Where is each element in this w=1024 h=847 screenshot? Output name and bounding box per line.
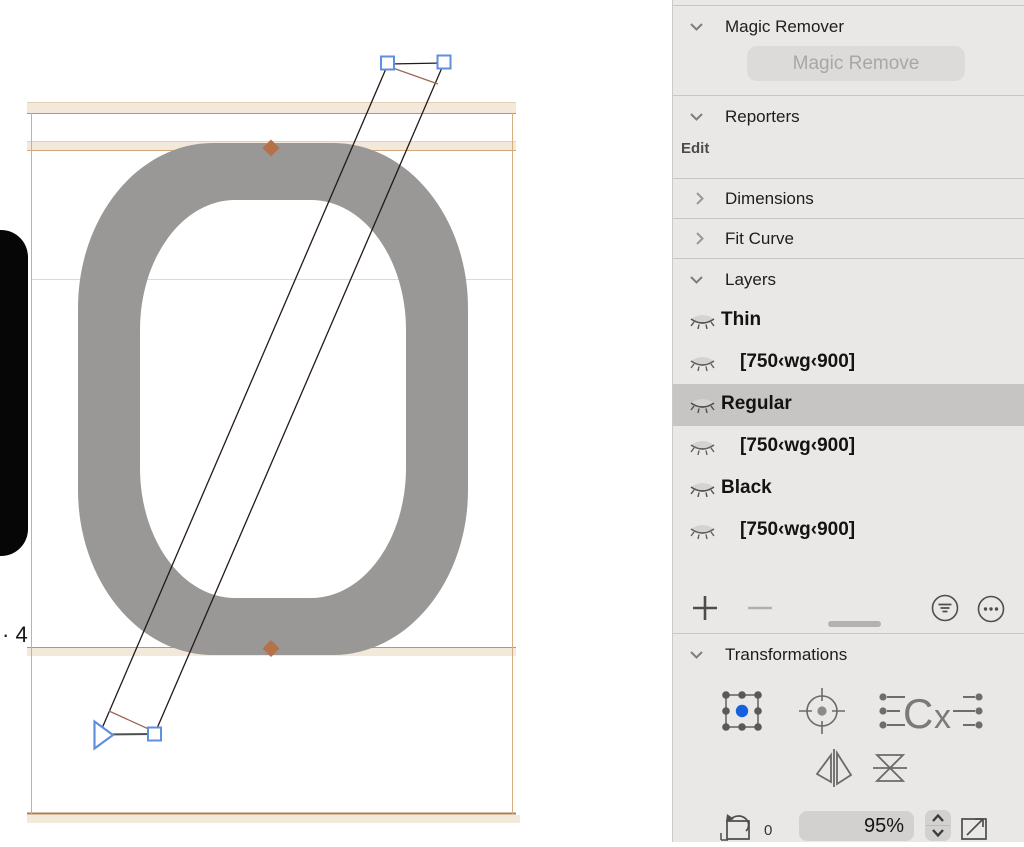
layer-name: [750‹wg‹900] (740, 519, 855, 541)
eye-closed-icon[interactable] (689, 479, 716, 499)
chevron-down-icon[interactable] (689, 21, 704, 32)
section-title-dimensions[interactable]: Dimensions (725, 189, 814, 209)
chevron-right-icon[interactable] (694, 231, 705, 246)
layer-name: [750‹wg‹900] (740, 435, 855, 457)
origin-center-dot[interactable] (736, 705, 748, 717)
section-title-layers[interactable]: Layers (725, 270, 776, 290)
scale-stepper[interactable] (925, 810, 951, 841)
layer-row-regular[interactable]: Regular (673, 384, 1024, 426)
chevron-down-icon[interactable] (689, 111, 704, 122)
flip-horizontal-icon[interactable] (813, 747, 855, 789)
eye-closed-icon[interactable] (689, 353, 716, 373)
svg-text:C: C (903, 690, 933, 734)
reference-point-icon[interactable] (797, 686, 847, 736)
section-title-fit-curve[interactable]: Fit Curve (725, 229, 794, 249)
node-handle[interactable] (438, 56, 451, 69)
layer-row-bracket[interactable]: [750‹wg‹900] (673, 426, 1024, 468)
metric-value-label: · 4 (2, 622, 28, 647)
magic-remove-button[interactable]: Magic Remove (747, 46, 965, 81)
eye-closed-icon[interactable] (689, 395, 716, 415)
divider (673, 258, 1024, 259)
flip-vertical-icon[interactable] (871, 750, 909, 786)
divider (673, 178, 1024, 179)
eye-closed-icon[interactable] (689, 311, 716, 331)
glyphs-app-window: · 4 Magic Remover Magic Remove Reporters… (0, 0, 1024, 842)
zero-glyph-outline[interactable] (78, 143, 468, 655)
layer-name: [750‹wg‹900] (740, 351, 855, 373)
layer-row-bracket[interactable]: [750‹wg‹900] (673, 510, 1024, 552)
canvas-svg: · 4 (0, 0, 672, 842)
layer-row-bracket[interactable]: [750‹wg‹900] (673, 342, 1024, 384)
chevron-right-icon[interactable] (694, 191, 705, 206)
divider (673, 633, 1024, 634)
node-handle[interactable] (381, 57, 394, 70)
scale-icon[interactable] (957, 810, 993, 842)
remove-layer-button[interactable] (747, 594, 773, 622)
layer-row-black[interactable]: Black (673, 468, 1024, 510)
panel-resize-handle[interactable] (828, 621, 881, 627)
transform-origin-grid-icon[interactable] (720, 689, 764, 733)
layer-name: Thin (721, 309, 761, 331)
rotate-icon[interactable] (719, 809, 759, 842)
transform-cx-icon[interactable]: C x (877, 688, 985, 734)
scale-percent-field[interactable]: 95% (799, 811, 914, 841)
chevron-down-icon[interactable] (689, 274, 704, 285)
chevron-down-icon[interactable] (689, 649, 704, 660)
reporter-item-edit[interactable]: Edit (681, 140, 709, 157)
section-title-reporters[interactable]: Reporters (725, 107, 800, 127)
eye-closed-icon[interactable] (689, 521, 716, 541)
section-title-transformations[interactable]: Transformations (725, 645, 847, 665)
divider (673, 95, 1024, 96)
divider (673, 218, 1024, 219)
section-title-magic-remover[interactable]: Magic Remover (725, 17, 844, 37)
more-options-icon[interactable] (977, 595, 1005, 623)
layer-row-thin[interactable]: Thin (673, 300, 1024, 342)
add-layer-button[interactable] (691, 594, 719, 622)
rotation-angle-value: 0 (764, 822, 772, 839)
layer-name: Regular (721, 393, 792, 415)
filter-layers-icon[interactable] (931, 594, 959, 622)
glyph-edit-canvas[interactable]: · 4 (0, 0, 672, 842)
node-handle[interactable] (148, 728, 161, 741)
layer-name: Black (721, 477, 772, 499)
neighbor-glyph[interactable] (0, 230, 28, 556)
divider (673, 5, 1024, 6)
svg-text:x: x (934, 698, 951, 734)
eye-closed-icon[interactable] (689, 437, 716, 457)
inspector-sidebar: Magic Remover Magic Remove Reporters Edi… (672, 0, 1024, 842)
